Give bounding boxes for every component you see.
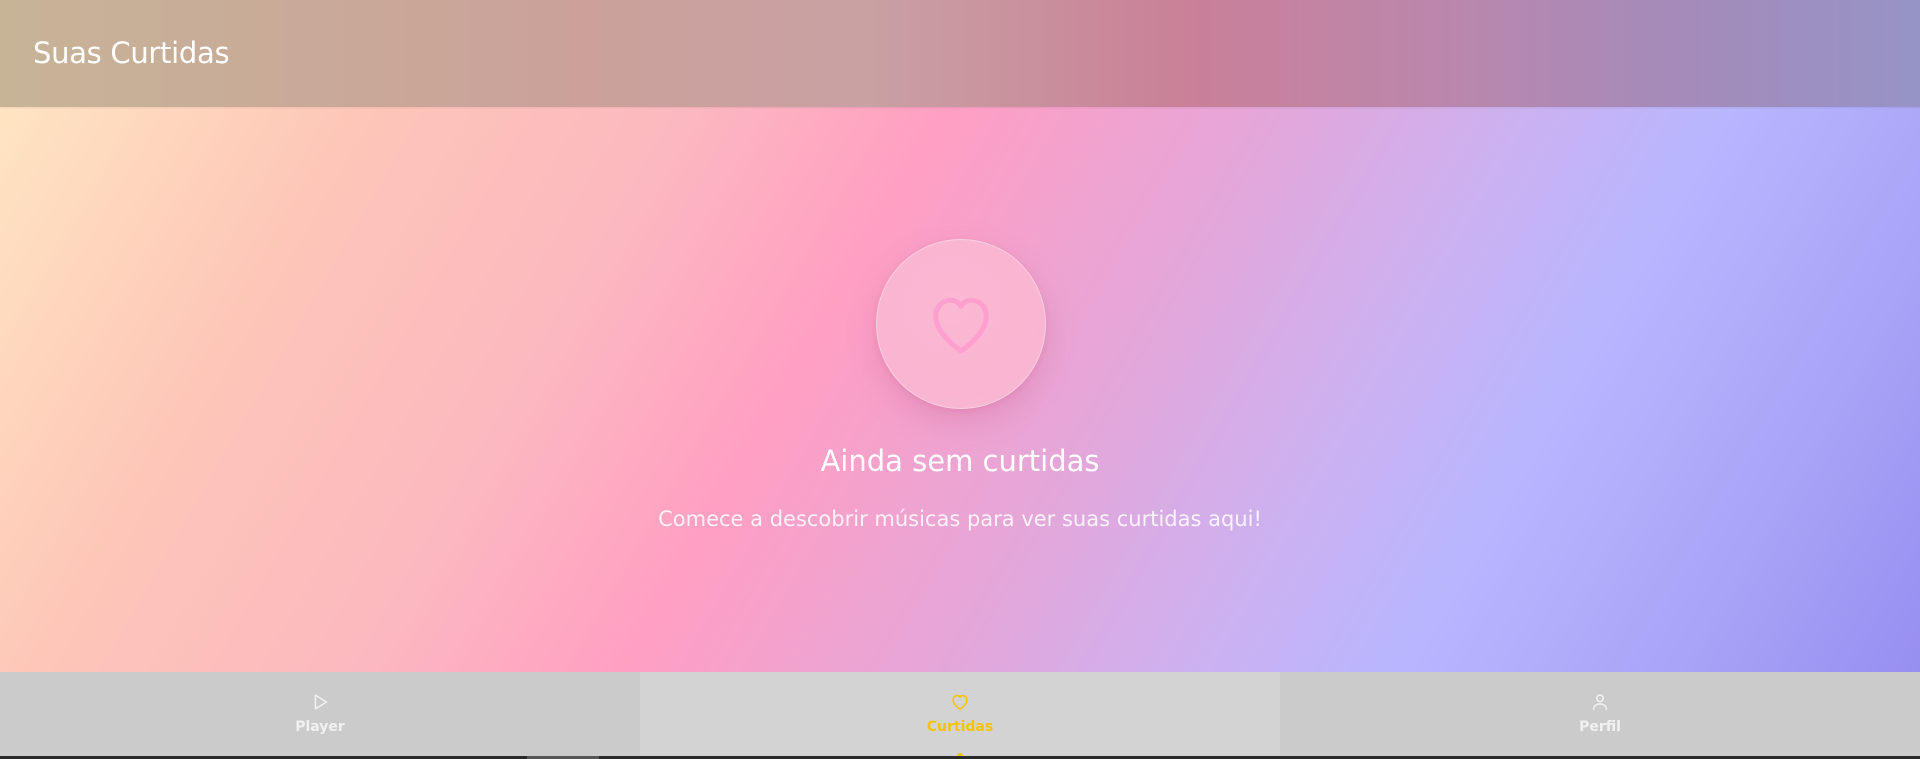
empty-state: Ainda sem curtidas Comece a descobrir mú…: [0, 107, 1920, 672]
tab-curtidas-label: Curtidas: [926, 719, 994, 735]
tab-curtidas[interactable]: Curtidas: [640, 672, 1280, 756]
empty-state-title: Ainda sem curtidas: [820, 444, 1100, 478]
page-title: Suas Curtidas: [33, 36, 230, 70]
bottom-navigation: Player Curtidas Perfil: [0, 672, 1920, 756]
tab-player[interactable]: Player: [0, 672, 640, 756]
play-icon: [314, 694, 328, 710]
app-window: Suas Curtidas Ainda sem curtidas Comece …: [0, 0, 1920, 756]
header-bar: Suas Curtidas: [0, 0, 1920, 107]
tab-perfil[interactable]: Perfil: [1280, 672, 1920, 756]
heart-icon: [933, 297, 989, 354]
tab-player-label: Player: [295, 719, 345, 735]
user-icon: [1592, 694, 1608, 711]
heart-icon: [952, 694, 968, 711]
tab-perfil-label: Perfil: [1579, 719, 1621, 735]
heart-badge: [876, 239, 1046, 409]
empty-state-subtitle: Comece a descobrir músicas para ver suas…: [658, 507, 1262, 531]
